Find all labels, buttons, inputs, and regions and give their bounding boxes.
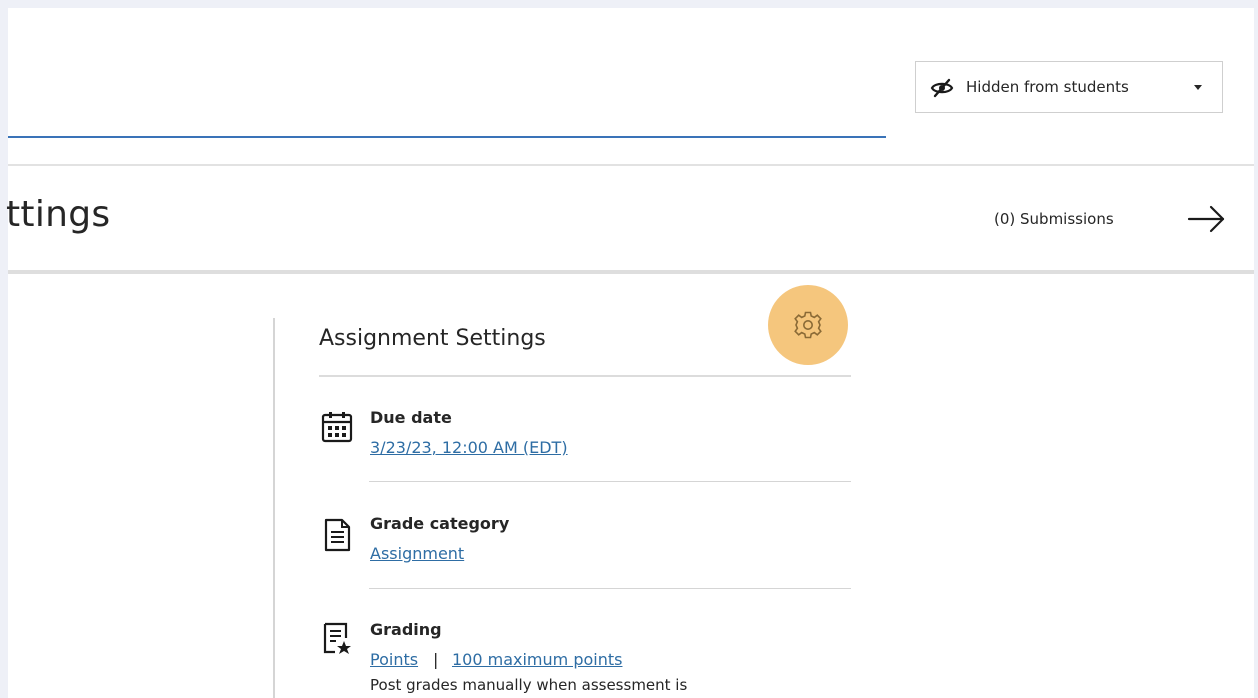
title-input-underline[interactable]: [8, 136, 886, 138]
toolbar-divider: [8, 270, 1254, 274]
eye-slash-icon: [930, 76, 954, 100]
grading-icon: [320, 622, 354, 656]
calendar-icon: [320, 410, 354, 444]
settings-panel-border: [273, 318, 275, 698]
grade-category-label: Grade category: [370, 514, 510, 533]
window-frame-left: [0, 0, 8, 698]
visibility-dropdown-button[interactable]: Hidden from students: [915, 61, 1223, 113]
grading-post-note: Post grades manually when assessment is: [370, 676, 688, 694]
arrow-right-icon[interactable]: [1185, 202, 1229, 236]
window-frame-right: [1254, 0, 1258, 698]
due-date-label: Due date: [370, 408, 452, 427]
settings-panel-title: Assignment Settings: [319, 326, 546, 351]
grading-separator: |: [433, 650, 439, 669]
panel-title-divider: [319, 375, 851, 377]
grade-category-link[interactable]: Assignment: [370, 544, 464, 563]
submissions-link[interactable]: (0) Submissions: [994, 210, 1114, 228]
grading-points-link[interactable]: Points: [370, 650, 418, 669]
chevron-down-icon: [1194, 85, 1202, 90]
grading-max-points-link[interactable]: 100 maximum points: [452, 650, 622, 669]
item-divider: [369, 588, 851, 589]
header-divider: [8, 164, 1254, 166]
grading-label: Grading: [370, 620, 442, 639]
gear-icon: [794, 311, 822, 339]
document-icon: [320, 518, 354, 552]
settings-gear-button[interactable]: [768, 285, 848, 365]
window-frame-top: [0, 0, 1258, 8]
page-title: ttings: [6, 194, 111, 235]
due-date-link[interactable]: 3/23/23, 12:00 AM (EDT): [370, 438, 568, 457]
visibility-label: Hidden from students: [966, 78, 1129, 96]
item-divider: [369, 481, 851, 482]
